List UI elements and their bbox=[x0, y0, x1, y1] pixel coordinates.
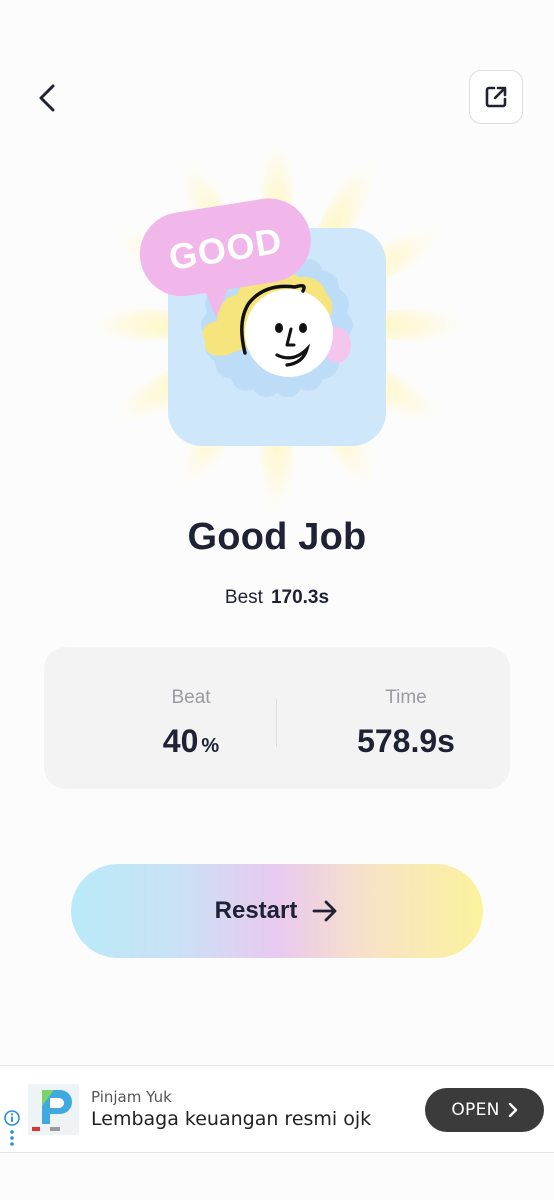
stat-beat: Beat 40% bbox=[101, 687, 281, 760]
ad-open-button[interactable]: OPEN bbox=[425, 1088, 544, 1132]
arrow-right-icon bbox=[311, 899, 339, 923]
restart-label: Restart bbox=[214, 897, 298, 924]
beat-value: 40% bbox=[162, 723, 220, 759]
info-icon[interactable] bbox=[3, 1110, 21, 1146]
best-label: Best bbox=[224, 587, 263, 608]
best-value: 170.3s bbox=[270, 587, 330, 608]
time-value: 578.9s bbox=[357, 723, 455, 759]
chevron-right-icon bbox=[508, 1103, 518, 1117]
back-button[interactable] bbox=[26, 76, 70, 120]
beat-label: Beat bbox=[171, 687, 211, 708]
result-title: Good Job bbox=[185, 512, 369, 562]
restart-button[interactable]: Restart bbox=[71, 864, 483, 958]
best-score: Best 170.3s bbox=[0, 587, 554, 609]
stat-time: Time 578.9s bbox=[316, 687, 496, 760]
celebration-illustration: GOOD bbox=[87, 145, 467, 515]
chevron-left-icon bbox=[39, 84, 55, 112]
ad-banner[interactable]: Pinjam Yuk Lembaga keuangan resmi ojk OP… bbox=[0, 1065, 554, 1153]
ad-advertiser: Pinjam Yuk bbox=[91, 1088, 172, 1106]
share-button[interactable] bbox=[469, 70, 523, 124]
time-label: Time bbox=[385, 687, 427, 708]
beat-unit: % bbox=[201, 735, 220, 757]
ad-open-label: OPEN bbox=[451, 1100, 500, 1120]
result-screen: GOOD Good Job Best 170.3s Beat 40% Time 5… bbox=[0, 0, 554, 1200]
stats-card: Beat 40% Time 578.9s bbox=[44, 647, 510, 789]
external-link-icon bbox=[485, 86, 507, 108]
advertiser-logo[interactable] bbox=[28, 1084, 79, 1135]
stats-divider bbox=[276, 699, 277, 747]
ad-headline[interactable]: Lembaga keuangan resmi ojk bbox=[91, 1108, 371, 1130]
